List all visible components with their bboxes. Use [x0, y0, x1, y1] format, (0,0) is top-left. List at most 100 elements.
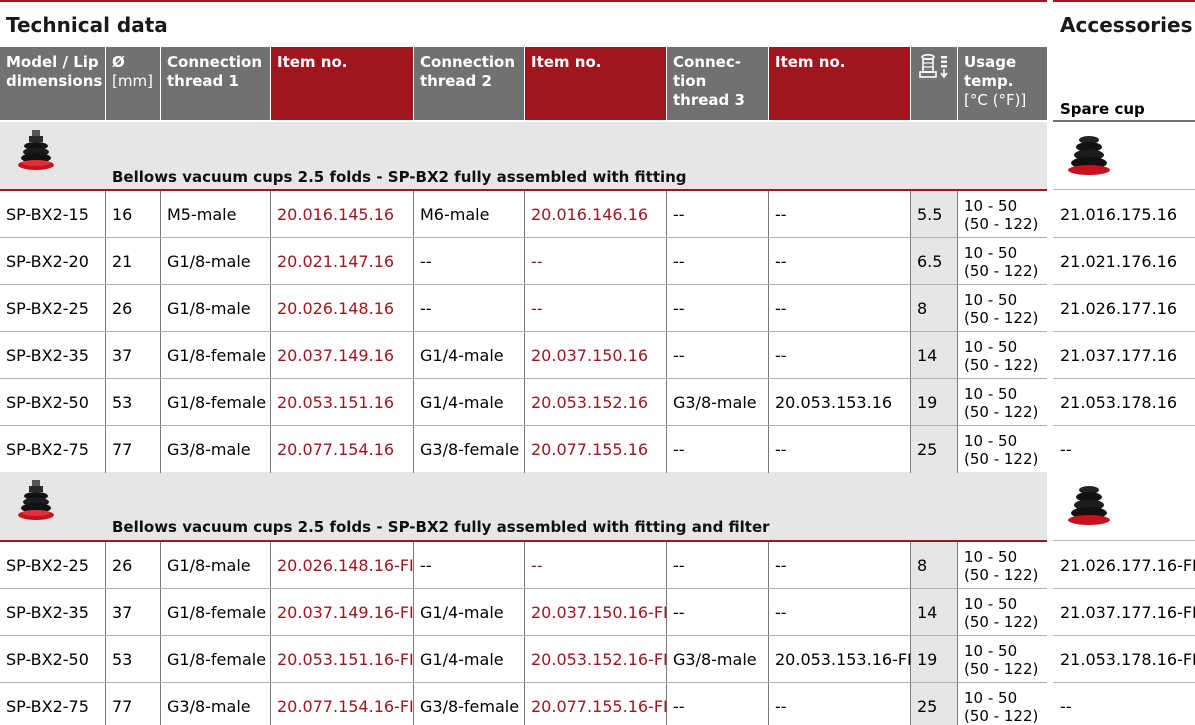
- model-cell: SP-BX2-35: [6, 346, 89, 365]
- connection-2-cell: --: [420, 556, 432, 575]
- top-accent-line: [0, 0, 1047, 2]
- item-no-1-cell: 20.037.149.16-FI: [277, 603, 414, 622]
- spare-cup-cell: 21.053.178.16: [1060, 393, 1178, 412]
- spare-cup-cell: 21.026.177.16-FI: [1060, 556, 1195, 575]
- header-connection-3-line1: Connec-: [673, 53, 741, 71]
- connection-1-cell: G1/8-female: [167, 603, 267, 622]
- header-connection-1: Connection thread 1: [161, 47, 270, 120]
- spare-cup-cell: 21.037.177.16: [1060, 346, 1178, 365]
- usage-temp-celsius: 10 - 50: [964, 337, 1018, 356]
- header-model-line2: dimensions: [6, 72, 103, 90]
- diameter-cell: 53: [112, 393, 133, 412]
- diameter-cell: 26: [112, 299, 133, 318]
- spare-cup-icon: [1066, 484, 1112, 532]
- weight-cell: 25: [917, 697, 938, 716]
- usage-temp-fahrenheit: (50 - 122): [964, 402, 1039, 421]
- top-accent-line-accessories: [1053, 0, 1195, 2]
- item-no-1-cell: 20.026.148.16-FI: [277, 556, 414, 575]
- item-no-3-cell: 20.053.153.16-FI: [775, 650, 912, 669]
- item-no-1-cell: 20.021.147.16: [277, 252, 395, 271]
- item-no-1-cell: 20.077.154.16-FI: [277, 697, 414, 716]
- diameter-cell: 37: [112, 346, 133, 365]
- usage-temp-celsius: 10 - 50: [964, 641, 1018, 660]
- model-cell: SP-BX2-75: [6, 697, 89, 716]
- model-cell: SP-BX2-50: [6, 393, 89, 412]
- vacuum-cup-with-filter-icon: [16, 478, 56, 532]
- item-no-2-cell: 20.077.155.16: [531, 440, 649, 459]
- spare-cup-cell: 21.026.177.16: [1060, 299, 1178, 318]
- usage-temp-celsius: 10 - 50: [964, 384, 1018, 403]
- connection-2-cell: G1/4-male: [420, 603, 504, 622]
- weight-cell: 8: [917, 299, 928, 318]
- vacuum-cup-with-fitting-icon: [16, 128, 56, 182]
- header-connection-1-line2: thread 1: [167, 72, 239, 90]
- connection-3-cell: G3/8-male: [673, 393, 757, 412]
- item-no-1-cell: 20.077.154.16: [277, 440, 395, 459]
- header-connection-3: Connec- tion thread 3: [667, 47, 768, 120]
- usage-temp-cell: 10 - 50 (50 - 122): [958, 683, 1047, 725]
- header-item-3: Item no.: [769, 47, 910, 120]
- header-item-2: Item no.: [525, 47, 666, 120]
- model-cell: SP-BX2-75: [6, 440, 89, 459]
- connection-3-cell: --: [673, 252, 685, 271]
- technical-data-title: Technical data: [6, 13, 168, 37]
- spare-cup-cell: --: [1060, 697, 1072, 716]
- header-spare-cup-label: Spare cup: [1060, 100, 1145, 118]
- item-no-2-cell: --: [531, 556, 543, 575]
- header-model: Model / Lip dimensions: [0, 47, 105, 120]
- connection-1-cell: M5-male: [167, 205, 237, 224]
- header-usage-temp-line2: temp.: [964, 72, 1014, 90]
- connection-1-cell: G1/8-female: [167, 346, 267, 365]
- item-no-2-cell: 20.053.152.16-FI: [531, 650, 668, 669]
- usage-temp-celsius: 10 - 50: [964, 243, 1018, 262]
- header-connection-3-line3: thread 3: [673, 91, 745, 109]
- header-model-line1: Model / Lip: [6, 53, 99, 71]
- usage-temp-celsius: 10 - 50: [964, 547, 1018, 566]
- connection-3-cell: --: [673, 556, 685, 575]
- diameter-cell: 77: [112, 697, 133, 716]
- spare-cup-cell: 21.053.178.16-FI: [1060, 650, 1195, 669]
- model-cell: SP-BX2-50: [6, 650, 89, 669]
- item-no-2-cell: 20.053.152.16: [531, 393, 649, 412]
- item-no-3-cell: --: [775, 205, 787, 224]
- item-no-3-cell: --: [775, 440, 787, 459]
- item-no-3-cell: --: [775, 252, 787, 271]
- model-cell: SP-BX2-20: [6, 252, 89, 271]
- connection-2-cell: --: [420, 252, 432, 271]
- header-weight: [911, 47, 957, 120]
- header-connection-1-line1: Connection: [167, 53, 263, 71]
- usage-temp-celsius: 10 - 50: [964, 290, 1018, 309]
- group-title-2: Bellows vacuum cups 2.5 folds - SP-BX2 f…: [112, 518, 770, 536]
- accessories-title: Accessories: [1060, 13, 1193, 37]
- connection-2-cell: --: [420, 299, 432, 318]
- diameter-cell: 16: [112, 205, 133, 224]
- usage-temp-cell: 10 - 50 (50 - 122): [958, 542, 1047, 589]
- connection-2-cell: G3/8-female: [420, 440, 520, 459]
- item-no-1-cell: 20.016.145.16: [277, 205, 395, 224]
- weight-cell: 19: [917, 393, 938, 412]
- connection-1-cell: G3/8-male: [167, 440, 251, 459]
- item-no-1-cell: 20.037.149.16: [277, 346, 395, 365]
- usage-temp-cell: 10 - 50 (50 - 122): [958, 191, 1047, 238]
- weight-cell: 19: [917, 650, 938, 669]
- usage-temp-fahrenheit: (50 - 122): [964, 355, 1039, 374]
- diameter-cell: 53: [112, 650, 133, 669]
- header-usage-temp: Usage temp. [°C (°F)]: [958, 47, 1047, 120]
- usage-temp-fahrenheit: (50 - 122): [964, 612, 1039, 631]
- weight-cell: 5.5: [917, 205, 943, 224]
- spare-cup-cell: --: [1060, 440, 1072, 459]
- header-spare-cup: Spare cup: [1053, 47, 1195, 120]
- header-item-1-label: Item no.: [277, 53, 348, 71]
- header-connection-2-line1: Connection: [420, 53, 516, 71]
- connection-1-cell: G1/8-female: [167, 393, 267, 412]
- connection-2-cell: G3/8-female: [420, 697, 520, 716]
- usage-temp-fahrenheit: (50 - 122): [964, 659, 1039, 678]
- connection-2-cell: G1/4-male: [420, 393, 504, 412]
- item-no-2-cell: 20.037.150.16: [531, 346, 649, 365]
- connection-3-cell: G3/8-male: [673, 650, 757, 669]
- diameter-cell: 77: [112, 440, 133, 459]
- group-title-1: Bellows vacuum cups 2.5 folds - SP-BX2 f…: [112, 168, 687, 186]
- connection-3-cell: --: [673, 205, 685, 224]
- connection-1-cell: G1/8-male: [167, 252, 251, 271]
- weight-cell: 25: [917, 440, 938, 459]
